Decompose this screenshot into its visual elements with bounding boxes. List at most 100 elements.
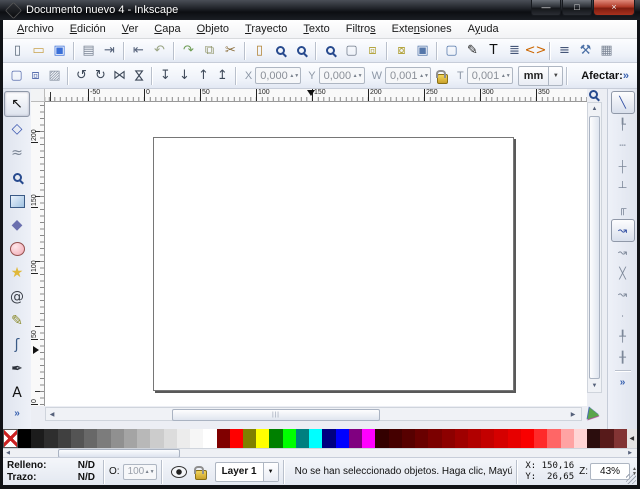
calligraphy-tool-button[interactable]: ✒ — [5, 357, 29, 381]
fill-stroke-indicator[interactable]: Relleno:N/D Trazo:N/D — [3, 460, 99, 484]
color-swatch[interactable] — [349, 429, 362, 448]
menu-item-filtros[interactable]: Filtros — [338, 21, 384, 37]
resize-grip[interactable] — [626, 474, 636, 484]
color-swatch[interactable] — [84, 429, 97, 448]
title-bar[interactable]: Documento nuevo 4 - Inkscape — □ × — [0, 0, 640, 20]
menu-item-archivo[interactable]: Archivo — [9, 21, 62, 37]
zoom-selection-button[interactable] — [270, 41, 291, 61]
color-swatch[interactable] — [521, 429, 534, 448]
color-swatch[interactable] — [415, 429, 428, 448]
raise-one-step-button[interactable]: ↑ — [194, 66, 213, 86]
layer-dropdown-icon[interactable]: ▼ — [263, 463, 278, 481]
color-swatch[interactable] — [442, 429, 455, 448]
color-swatch[interactable] — [600, 429, 613, 448]
color-swatch[interactable] — [177, 429, 190, 448]
cut-button[interactable]: ✂ — [220, 41, 241, 61]
snap-bounding-box-button[interactable]: ┞ — [612, 114, 634, 135]
scroll-left-icon[interactable]: ◀ — [46, 408, 58, 420]
snap-bbox-corners-button[interactable]: ┼ — [612, 156, 634, 177]
unit-dropdown-icon[interactable]: ▼ — [548, 67, 562, 85]
new-document-button[interactable]: ▯ — [7, 41, 28, 61]
scroll-up-icon[interactable]: ▲ — [588, 103, 601, 115]
minimize-button[interactable]: — — [531, 0, 561, 16]
toolbar-overflow-icon[interactable]: » — [623, 70, 629, 82]
color-swatch[interactable] — [243, 429, 256, 448]
field-y-input[interactable]: 0,000▲▼ — [319, 67, 365, 84]
horizontal-scroll-thumb[interactable]: ||| — [172, 409, 380, 421]
snap-bbox-centers-button[interactable]: ╓ — [612, 198, 634, 219]
inkscape-preferences-button[interactable]: ⚒ — [575, 41, 596, 61]
palette-scroll-right-icon[interactable]: ▶ — [625, 450, 635, 456]
ellipse-tool-button[interactable] — [5, 237, 29, 261]
zoom-input[interactable]: 43% — [590, 463, 630, 480]
field-t-input[interactable]: 0,001▲▼ — [467, 67, 513, 84]
copy-button[interactable]: ⧉ — [199, 41, 220, 61]
color-swatch[interactable] — [468, 429, 481, 448]
menu-item-ayuda[interactable]: Ayuda — [460, 21, 507, 37]
create-clone-button[interactable]: ⧈ — [362, 41, 383, 61]
redo-button[interactable]: ↷ — [178, 41, 199, 61]
color-swatch[interactable] — [256, 429, 269, 448]
field-spinner-icon[interactable]: ▲▼ — [289, 68, 299, 83]
zoom-page-button[interactable] — [320, 41, 341, 61]
color-swatch[interactable] — [269, 429, 282, 448]
canvas[interactable] — [45, 102, 587, 406]
snap-smooth-nodes-button[interactable]: ∙ — [612, 305, 634, 326]
color-swatch[interactable] — [494, 429, 507, 448]
color-swatch[interactable] — [402, 429, 415, 448]
horizontal-ruler[interactable]: -50050100150200250300350 — [45, 89, 587, 102]
bezier-tool-button[interactable]: ʃ — [5, 333, 29, 357]
xml-editor-button[interactable]: <> — [525, 41, 546, 61]
menu-item-texto[interactable]: Texto — [295, 21, 337, 37]
color-swatch[interactable] — [58, 429, 71, 448]
enable-snapping-button[interactable]: ╲ — [611, 91, 635, 114]
color-swatch[interactable] — [18, 429, 31, 448]
color-swatch[interactable] — [534, 429, 547, 448]
spiral-tool-button[interactable]: @ — [5, 285, 29, 309]
color-swatch[interactable] — [428, 429, 441, 448]
selector-tool-button[interactable]: ↖ — [4, 91, 30, 117]
vertical-scrollbar[interactable]: ▲ ▼ — [587, 102, 602, 393]
close-button[interactable]: × — [593, 0, 635, 16]
color-swatch[interactable] — [614, 429, 627, 448]
select-all-button[interactable]: ▢ — [7, 66, 26, 86]
field-w-input[interactable]: 0,001▲▼ — [385, 67, 431, 84]
box3d-tool-button[interactable]: ◆ — [5, 213, 29, 237]
ungroup-button[interactable]: ▢ — [441, 41, 462, 61]
snap-paths-button[interactable]: ↝ — [612, 242, 634, 263]
document-properties-button[interactable]: ▦ — [596, 41, 617, 61]
color-swatch[interactable] — [230, 429, 243, 448]
color-swatch[interactable] — [124, 429, 137, 448]
layer-selector[interactable]: Layer 1 ▼ — [215, 462, 279, 482]
save-document-button[interactable]: ▣ — [49, 41, 70, 61]
select-all-layers-button[interactable]: ⧈ — [26, 66, 45, 86]
toolbox-overflow-icon[interactable]: » — [14, 408, 20, 419]
color-swatch[interactable] — [217, 429, 230, 448]
open-document-button[interactable]: ▭ — [28, 41, 49, 61]
lock-ratio-icon[interactable] — [437, 74, 448, 84]
field-spinner-icon[interactable]: ▲▼ — [353, 68, 363, 83]
zoom-tool-button[interactable] — [5, 165, 29, 189]
swatch-none[interactable] — [3, 429, 18, 448]
color-swatch[interactable] — [296, 429, 309, 448]
deselect-button[interactable]: ▨ — [45, 66, 64, 86]
color-swatch[interactable] — [44, 429, 57, 448]
vertical-ruler[interactable]: 200150100500 — [31, 102, 45, 406]
zoom-drawing-button[interactable] — [291, 41, 312, 61]
star-tool-button[interactable]: ★ — [5, 261, 29, 285]
color-swatch[interactable] — [111, 429, 124, 448]
color-swatch[interactable] — [190, 429, 203, 448]
flip-vertical-button[interactable]: ⋈ — [129, 66, 148, 86]
align-dialog-button[interactable]: ≡ — [554, 41, 575, 61]
color-swatch[interactable] — [322, 429, 335, 448]
print-button[interactable]: ▤ — [78, 41, 99, 61]
snap-bbox-edges-button[interactable]: ┄ — [612, 135, 634, 156]
text-tool-button[interactable]: A — [5, 381, 29, 405]
snap-nodes-button[interactable]: ↝ — [611, 219, 635, 242]
color-swatch[interactable] — [389, 429, 402, 448]
layer-visibility-icon[interactable] — [171, 466, 187, 478]
menu-item-extensiones[interactable]: Extensiones — [384, 21, 460, 37]
palette-arrow-icon[interactable]: ◀ — [627, 429, 637, 448]
unit-selector[interactable]: mm▼ — [518, 66, 564, 86]
vertical-scroll-thumb[interactable] — [589, 116, 600, 379]
